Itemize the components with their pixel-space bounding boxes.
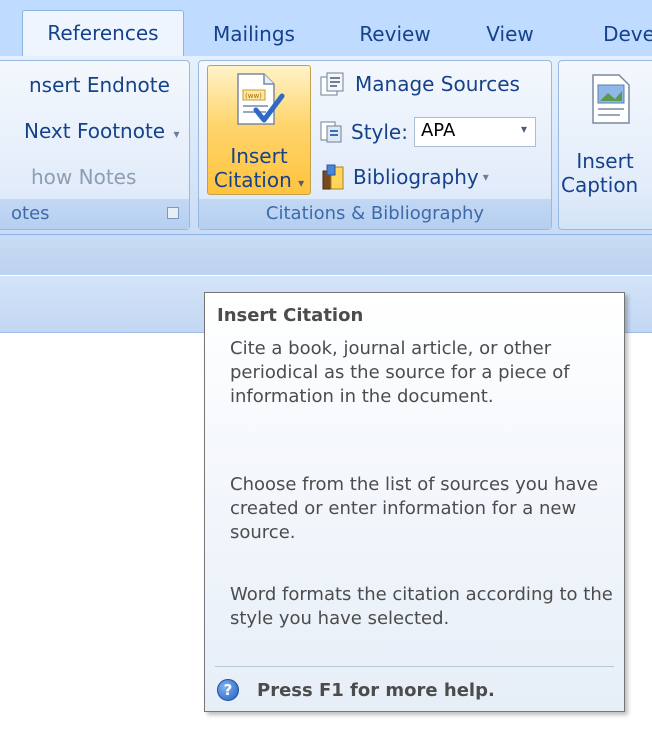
tooltip-help-text: Press F1 for more help. [257, 679, 495, 701]
insert-caption-label-1: Insert [576, 149, 634, 173]
chevron-down-icon: ▾ [482, 170, 489, 184]
next-footnote-label: Next Footnote [24, 119, 166, 143]
insert-citation-label-text: Citation [213, 168, 292, 192]
tab-mailings[interactable]: Mailings [208, 14, 300, 56]
citations-bibliography-group: (ww) Insert Citation ▾ Manage Sources St… [198, 60, 552, 230]
manage-sources-label: Manage Sources [355, 72, 520, 96]
ribbon-lower-bar [0, 235, 652, 275]
style-dropdown[interactable]: APA ▾ [413, 117, 536, 147]
svg-text:(ww): (ww) [245, 92, 262, 100]
tooltip-title: Insert Citation [217, 305, 364, 326]
tooltip-help-row: ? Press F1 for more help. [217, 679, 495, 701]
bibliography-button[interactable]: Bibliography ▾ [319, 163, 489, 191]
style-row: Style: APA ▾ [319, 117, 536, 147]
tab-view[interactable]: View [480, 14, 540, 56]
tab-review[interactable]: Review [355, 14, 435, 56]
insert-caption-icon [592, 74, 630, 124]
tab-references[interactable]: References [22, 10, 184, 57]
insert-citation-tooltip: Insert Citation Cite a book, journal art… [204, 292, 625, 712]
style-icon [320, 121, 342, 143]
chevron-down-icon: ▾ [173, 127, 180, 141]
style-label: Style: [351, 120, 408, 144]
insert-endnote-button[interactable]: nsert Endnote [29, 73, 170, 97]
manage-sources-button[interactable]: Manage Sources [319, 71, 520, 97]
show-notes-button[interactable]: how Notes [31, 165, 136, 189]
tooltip-paragraph-2: Choose from the list of sources you have… [230, 474, 599, 543]
captions-group: Insert Caption [558, 60, 652, 230]
tooltip-paragraph-3: Word formats the citation according to t… [230, 584, 613, 629]
tooltip-paragraph-1: Cite a book, journal article, or other p… [230, 338, 570, 407]
citations-group-label: Citations & Bibliography [199, 199, 551, 229]
help-icon: ? [217, 679, 239, 701]
footnotes-group-label-text: otes [11, 203, 50, 224]
next-footnote-button[interactable]: Next Footnote ▾ [24, 119, 180, 143]
insert-caption-button[interactable]: Insert Caption [561, 65, 652, 197]
ribbon: nsert Endnote Next Footnote ▾ how Notes … [0, 56, 652, 235]
footnotes-group-label: otes [0, 199, 189, 229]
tab-developer[interactable]: Deve [594, 14, 652, 56]
style-dropdown-value: APA [420, 120, 456, 141]
bibliography-label: Bibliography [353, 165, 479, 189]
insert-caption-label-2: Caption [561, 173, 639, 197]
chevron-down-icon: ▾ [520, 122, 527, 136]
dialog-launcher-icon[interactable] [167, 207, 179, 219]
bibliography-icon [322, 164, 344, 190]
chevron-down-icon: ▾ [298, 176, 305, 190]
insert-citation-label-2: Citation ▾ [208, 168, 310, 195]
footnotes-group: nsert Endnote Next Footnote ▾ how Notes … [0, 60, 190, 230]
insert-citation-icon: (ww) [237, 73, 285, 125]
insert-citation-label-1: Insert [230, 144, 288, 168]
insert-citation-button[interactable]: (ww) Insert Citation ▾ [207, 65, 311, 195]
ribbon-tab-strip: References Mailings Review View Deve [0, 0, 652, 57]
manage-sources-icon [320, 72, 344, 96]
tooltip-separator [215, 666, 614, 667]
